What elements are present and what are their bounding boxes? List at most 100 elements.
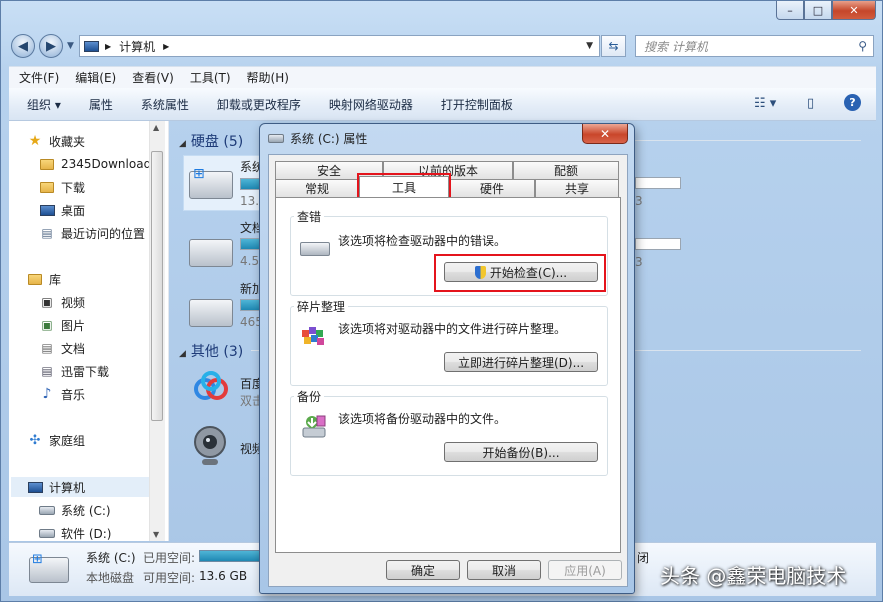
folder-icon (39, 157, 55, 171)
apply-button[interactable]: 应用(A) (548, 560, 622, 580)
menu-file[interactable]: 文件(F) (19, 69, 59, 86)
cancel-button[interactable]: 取消 (467, 560, 541, 580)
view-options-icon[interactable]: ☷ ▾ (754, 96, 776, 111)
defrag-now-button[interactable]: 立即进行碎片整理(D)... (444, 352, 598, 372)
check-drive-icon (300, 242, 330, 256)
defrag-title: 碎片整理 (294, 298, 349, 315)
details-free-label: 可用空间: (143, 571, 196, 585)
address-bar[interactable]: ▶ 计算机 ▶ ▼ (79, 35, 600, 57)
breadcrumb-computer[interactable]: 计算机 (119, 38, 155, 55)
desktop-icon (39, 203, 55, 217)
nav-video[interactable]: ▣ 视频 (39, 292, 85, 312)
nav-recent[interactable]: ▤ 最近访问的位置 (39, 223, 145, 243)
drive-c-icon: ⊞ (189, 166, 233, 199)
nav-pictures[interactable]: ▣ 图片 (39, 315, 85, 335)
caption-buttons: – □ ✕ (776, 1, 876, 20)
history-dropdown-icon[interactable]: ▼ (67, 41, 74, 51)
backup-icon (300, 414, 328, 440)
tools-tab-panel: 查错 该选项将检查驱动器中的错误。 开始检查(C)... 碎片整理 该选项将对驱… (275, 197, 621, 553)
hard-disks-group[interactable]: ◢ 硬盘 (5) (179, 131, 243, 151)
download-folder-icon (39, 180, 55, 194)
minimize-button[interactable]: – (776, 1, 804, 20)
maximize-button[interactable]: □ (804, 1, 832, 20)
search-placeholder: 搜索 计算机 (644, 39, 708, 54)
computer-icon (27, 480, 43, 494)
search-input[interactable]: 搜索 计算机 ⚲ (635, 35, 874, 57)
dialog-body: 安全 以前的版本 配额 常规 工具 硬件 共享 查错 该选项将检查驱动器中的错误… (268, 154, 628, 587)
nav-software-d[interactable]: 软件 (D:) (39, 523, 111, 543)
details-drive-name: 系统 (C:) (86, 551, 136, 565)
start-backup-button[interactable]: 开始备份(B)... (444, 442, 598, 462)
preview-pane-icon[interactable]: ▯ (807, 96, 814, 111)
nav-favorites[interactable]: ★ 收藏夹 (27, 131, 85, 151)
dialog-close-button[interactable]: ✕ (582, 124, 628, 144)
nav-scrollbar-thumb[interactable] (151, 151, 163, 421)
backup-title: 备份 (294, 388, 325, 405)
nav-system-c[interactable]: 系统 (C:) (39, 500, 111, 520)
address-dropdown-icon[interactable]: ▼ (586, 41, 593, 51)
error-check-desc: 该选项将检查驱动器中的错误。 (338, 234, 507, 248)
help-icon[interactable]: ? (844, 94, 861, 111)
search-icon[interactable]: ⚲ (858, 39, 867, 53)
scroll-up-icon[interactable]: ▲ (153, 123, 159, 132)
menu-view[interactable]: 查看(V) (132, 69, 174, 86)
ok-button[interactable]: 确定 (386, 560, 460, 580)
defrag-group (290, 306, 608, 386)
nav-computer[interactable]: 计算机 (27, 477, 85, 497)
organize-button[interactable]: 组织 ▾ (27, 96, 61, 113)
menu-edit[interactable]: 编辑(E) (75, 69, 116, 86)
properties-button[interactable]: 属性 (89, 96, 113, 113)
breadcrumb-separator-icon[interactable]: ▶ (105, 42, 111, 51)
nav-download[interactable]: 下载 (39, 177, 85, 197)
drive-usage-bar-right (635, 177, 681, 189)
uninstall-program-button[interactable]: 卸载或更改程序 (217, 96, 301, 113)
drive-icon (39, 526, 55, 540)
system-properties-button[interactable]: 系统属性 (141, 96, 189, 113)
refresh-button[interactable]: ⇆ (601, 35, 626, 57)
open-control-panel-button[interactable]: 打开控制面板 (441, 96, 513, 113)
nav-xunlei[interactable]: ▤ 迅雷下载 (39, 361, 109, 381)
tab-general[interactable]: 常规 (275, 179, 359, 197)
other-group[interactable]: ◢ 其他 (3) (179, 341, 243, 361)
drive-size-fragment: 3 (635, 194, 643, 208)
drive-new-icon (189, 299, 233, 327)
collapse-triangle-icon: ◢ (179, 349, 186, 359)
highlight-check-button (434, 254, 606, 292)
nav-documents[interactable]: ▤ 文档 (39, 338, 85, 358)
tab-quota[interactable]: 配额 (513, 161, 619, 179)
backup-desc: 该选项将备份驱动器中的文件。 (338, 412, 507, 426)
nav-homegroup[interactable]: ✣ 家庭组 (27, 430, 85, 450)
nav-music[interactable]: ♪ 音乐 (39, 384, 85, 404)
computer-icon (84, 40, 99, 52)
details-drive-icon: ⊞ (29, 552, 69, 583)
tab-hardware[interactable]: 硬件 (449, 179, 535, 197)
forward-button[interactable]: ▶ (39, 34, 63, 58)
star-icon: ★ (28, 133, 42, 149)
breadcrumb-separator-icon[interactable]: ▶ (163, 42, 169, 51)
baidu-cloud-icon (193, 371, 229, 407)
watermark-text: 头条 @鑫荣电脑技术 (660, 564, 847, 588)
nav-desktop[interactable]: 桌面 (39, 200, 85, 220)
map-network-drive-button[interactable]: 映射网络驱动器 (329, 96, 413, 113)
documents-icon: ▤ (41, 341, 53, 355)
details-fragment: 闭 (637, 551, 650, 565)
error-check-title: 查错 (294, 208, 325, 225)
video-icon: ▣ (41, 295, 53, 309)
xunlei-folder-icon: ▤ (41, 364, 53, 378)
properties-dialog: 系统 (C:) 属性 ✕ 安全 以前的版本 配额 常规 工具 硬件 共享 查错 … (259, 123, 635, 594)
menu-help[interactable]: 帮助(H) (247, 69, 289, 86)
nav-library[interactable]: 库 (27, 269, 61, 289)
webcam-icon (193, 425, 227, 469)
details-usage-bar (199, 550, 261, 562)
tab-tools[interactable]: 工具 (359, 176, 449, 197)
library-icon (27, 272, 43, 286)
close-button[interactable]: ✕ (832, 1, 876, 20)
pictures-icon: ▣ (41, 318, 53, 332)
drive-doc-icon (189, 239, 233, 267)
scroll-down-icon[interactable]: ▼ (153, 530, 159, 539)
tab-sharing[interactable]: 共享 (535, 179, 619, 197)
menu-tools[interactable]: 工具(T) (190, 69, 231, 86)
back-button[interactable]: ◀ (11, 34, 35, 58)
nav-2345downloads[interactable]: 2345Downloads (39, 154, 157, 174)
dialog-titlebar[interactable]: 系统 (C:) 属性 (268, 130, 367, 147)
